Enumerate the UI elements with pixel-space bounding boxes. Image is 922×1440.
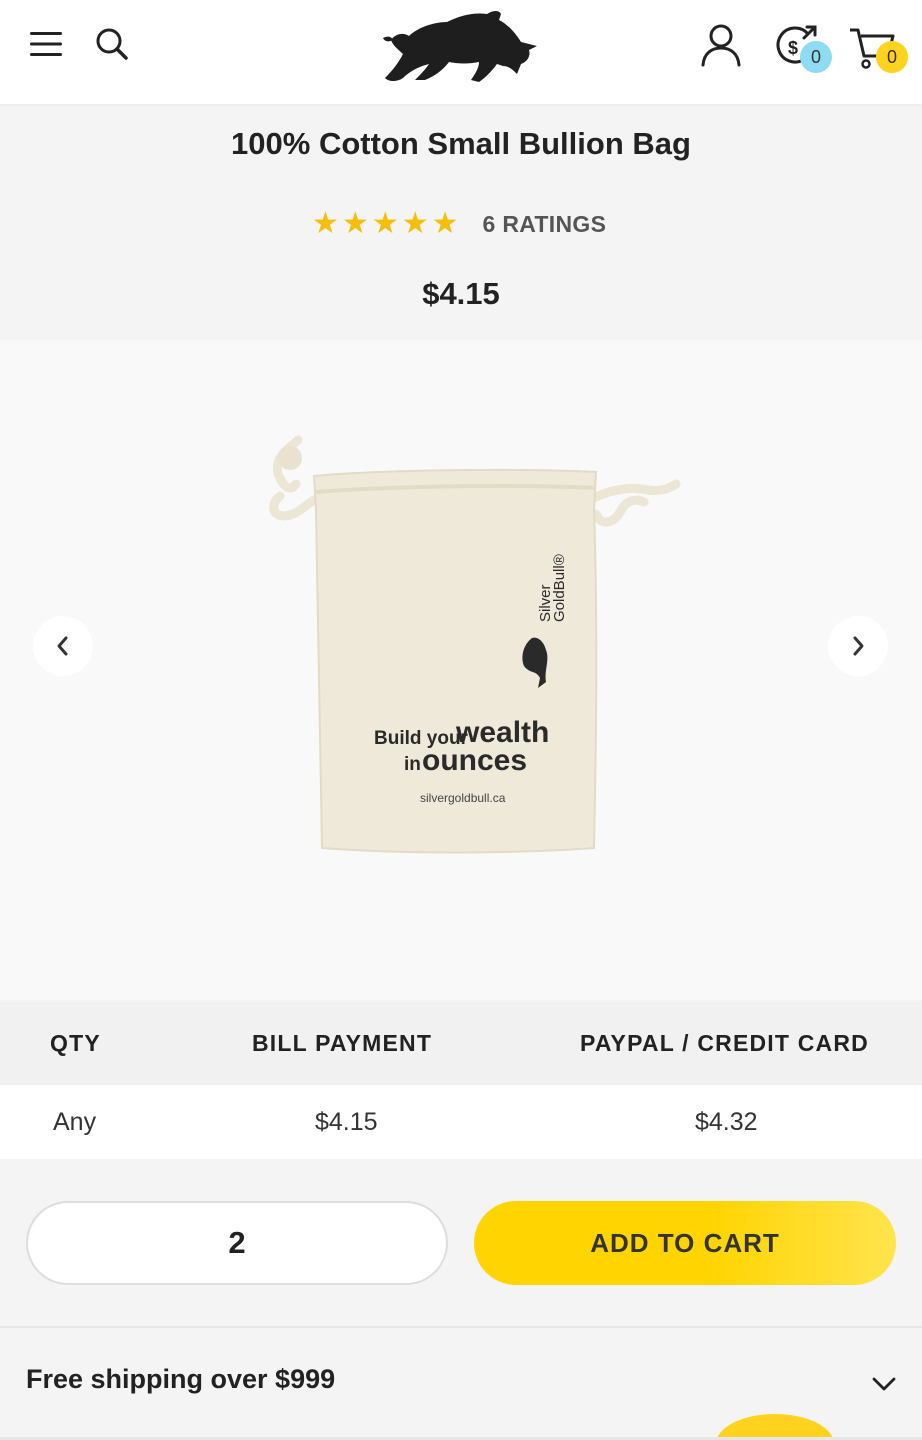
chevron-left-icon <box>57 636 68 656</box>
rating-stars: ★ ★ ★ ★ ★ <box>312 209 459 239</box>
table-row: Any $4.15 $4.32 <box>0 1085 922 1159</box>
bill-payment-header: BILL PAYMENT <box>252 1029 433 1056</box>
search-button[interactable] <box>90 22 134 66</box>
paypal-credit-cell: $4.32 <box>695 1107 758 1136</box>
chevron-down-icon[interactable] <box>866 1366 902 1402</box>
menu-button[interactable] <box>24 22 68 66</box>
add-to-cart-button[interactable]: ADD TO CART <box>474 1201 896 1285</box>
sell-button[interactable]: $ 0 <box>772 18 832 78</box>
bag-brand-line2: GoldBull® <box>551 554 568 622</box>
product-rating[interactable]: ★ ★ ★ ★ ★ 6 RATINGS <box>312 204 606 244</box>
shipping-accordion[interactable]: Free shipping over $999 <box>0 1328 922 1440</box>
qty-header: QTY <box>50 1029 101 1056</box>
bag-slogan-small2: in <box>404 754 421 775</box>
site-header: $ 0 0 <box>0 0 922 104</box>
account-button[interactable] <box>696 20 746 70</box>
pricing-table: QTY BILL PAYMENT PAYPAL / CREDIT CARD An… <box>0 1001 922 1159</box>
star-icon: ★ <box>371 207 399 240</box>
bill-payment-cell: $4.15 <box>315 1107 378 1136</box>
user-icon <box>701 24 741 67</box>
cart-button[interactable]: 0 <box>846 18 912 78</box>
star-icon: ★ <box>341 207 369 240</box>
search-icon <box>96 28 128 60</box>
star-icon: ★ <box>401 207 429 240</box>
gallery-next-button[interactable] <box>828 616 888 676</box>
ratings-count[interactable]: 6 RATINGS <box>483 211 607 238</box>
star-icon: ★ <box>312 207 339 240</box>
qty-cell: Any <box>53 1107 97 1136</box>
quantity-input[interactable]: 2 <box>26 1201 448 1285</box>
product-gallery: Silver GoldBull® Build your wealth in ou… <box>0 340 922 1000</box>
chevron-right-icon <box>853 636 864 656</box>
paypal-credit-header: PAYPAL / CREDIT CARD <box>580 1029 869 1056</box>
bag-slogan-big2: ounces <box>422 744 527 777</box>
hamburger-menu-icon <box>30 32 62 56</box>
bag-url: silvergoldbull.ca <box>420 791 506 805</box>
product-price: $4.15 <box>422 276 500 311</box>
svg-text:$: $ <box>788 38 798 58</box>
star-icon: ★ <box>431 207 459 240</box>
sell-count-badge: 0 <box>800 41 832 73</box>
bull-logo[interactable] <box>381 6 541 86</box>
gallery-prev-button[interactable] <box>33 616 93 676</box>
product-image: Silver GoldBull® Build your wealth in ou… <box>269 435 681 854</box>
cart-count-badge: 0 <box>876 41 908 73</box>
product-title: 100% Cotton Small Bullion Bag <box>231 126 691 161</box>
shipping-label: Free shipping over $999 <box>26 1364 336 1394</box>
table-header-row: QTY BILL PAYMENT PAYPAL / CREDIT CARD <box>0 1001 922 1085</box>
